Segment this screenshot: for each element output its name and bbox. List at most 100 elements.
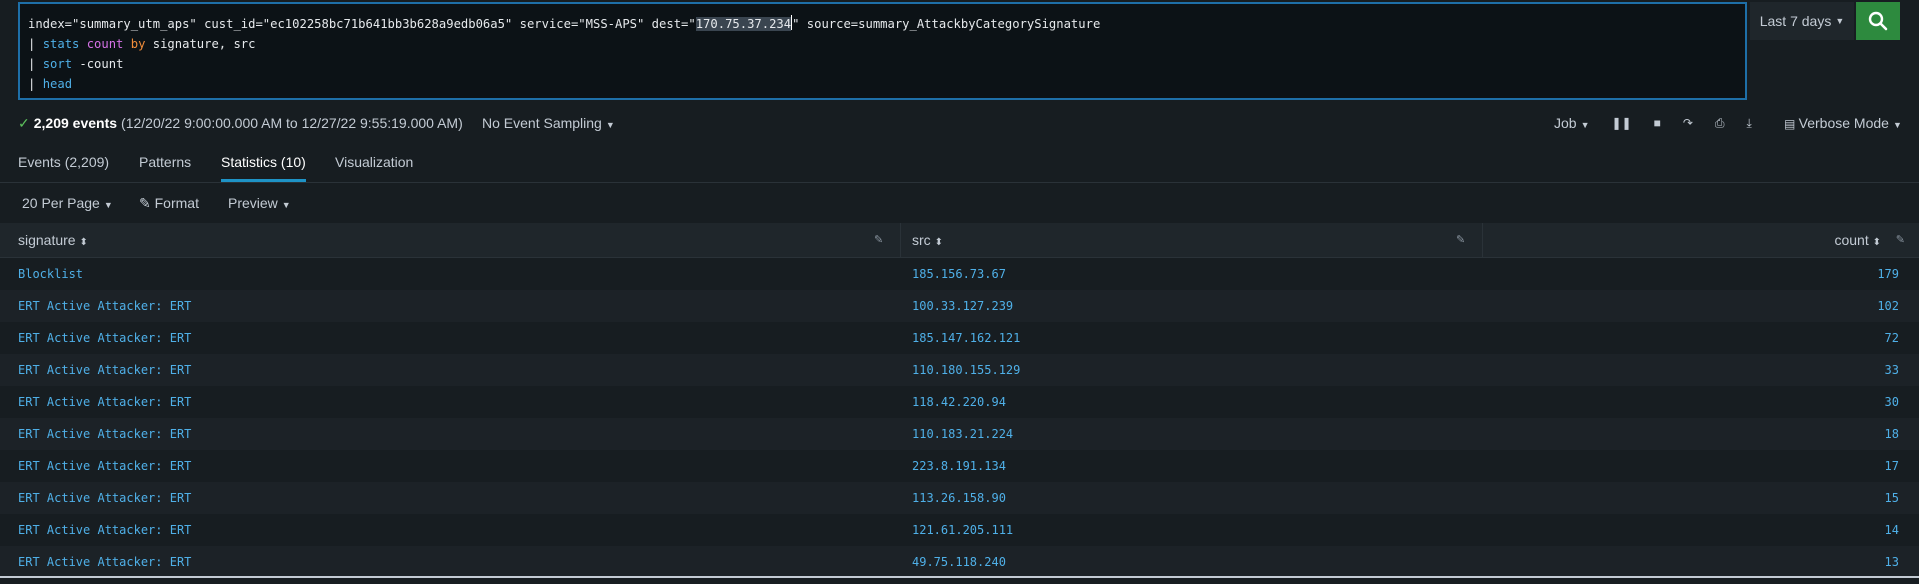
search-query[interactable]: index="summary_utm_aps" cust_id="ec10225… xyxy=(28,14,1100,94)
format-label: Format xyxy=(154,195,199,211)
caret-down-icon: ▼ xyxy=(1892,120,1902,130)
statistics-table: signature ⬍ ✎ src ⬍ ✎ count ⬍ ✎ Blocklis… xyxy=(0,223,1919,578)
share-icon[interactable]: ↷ xyxy=(1683,116,1693,130)
cell-src[interactable]: 185.156.73.67 xyxy=(912,258,1006,290)
cell-src[interactable]: 223.8.191.134 xyxy=(912,450,1006,482)
column-header-signature[interactable]: signature ⬍ xyxy=(18,223,88,257)
cell-signature[interactable]: Blocklist xyxy=(18,258,83,290)
tab-events[interactable]: Events (2,209) xyxy=(18,154,109,182)
cell-src[interactable]: 110.180.155.129 xyxy=(912,354,1020,386)
caret-down-icon: ▼ xyxy=(1835,16,1845,26)
table-row: Blocklist 185.156.73.67 179 xyxy=(0,258,1919,290)
pause-icon[interactable]: ❚❚ xyxy=(1612,116,1632,130)
table-body: Blocklist 185.156.73.67 179 ERT Active Atta… xyxy=(0,258,1919,578)
print-icon[interactable]: ⎙ xyxy=(1715,116,1725,131)
cell-src[interactable]: 121.61.205.111 xyxy=(912,514,1013,546)
cell-signature[interactable]: ERT Active Attacker: ERT xyxy=(18,418,191,450)
search-mode-label: Verbose Mode xyxy=(1798,115,1889,131)
cell-src[interactable]: 118.42.220.94 xyxy=(912,386,1006,418)
job-menu[interactable]: Job ▼ xyxy=(1554,115,1590,131)
query-pipe: | xyxy=(28,57,43,71)
cell-signature[interactable]: ERT Active Attacker: ERT xyxy=(18,450,191,482)
job-status-bar: ✓ 2,209 events (12/20/22 9:00:00.000 AM … xyxy=(18,110,1919,136)
query-command: sort xyxy=(42,57,73,71)
cell-src[interactable]: 49.75.118.240 xyxy=(912,546,1006,578)
event-count: 2,209 events xyxy=(33,115,118,131)
query-command: head xyxy=(42,77,73,91)
cell-count[interactable]: 13 xyxy=(1885,546,1899,578)
column-divider xyxy=(900,223,901,257)
cell-count[interactable]: 102 xyxy=(1877,290,1899,322)
cell-src[interactable]: 100.33.127.239 xyxy=(912,290,1013,322)
event-sampling-dropdown[interactable]: No Event Sampling ▼ xyxy=(482,115,615,131)
cell-count[interactable]: 17 xyxy=(1885,450,1899,482)
table-row: ERT Active Attacker: ERT 110.180.155.129 3… xyxy=(0,354,1919,386)
column-header-label: count xyxy=(1834,232,1869,248)
mode-icon: ▤ xyxy=(1784,117,1799,131)
cell-count[interactable]: 14 xyxy=(1885,514,1899,546)
per-page-dropdown[interactable]: 20 Per Page ▼ xyxy=(22,195,113,211)
tab-visualization[interactable]: Visualization xyxy=(335,154,413,182)
query-function: count xyxy=(79,37,124,51)
export-icon[interactable]: ⤓ xyxy=(1747,116,1752,131)
cell-src[interactable]: 113.26.158.90 xyxy=(912,482,1006,514)
cell-signature[interactable]: ERT Active Attacker: ERT xyxy=(18,386,191,418)
column-divider xyxy=(1482,223,1483,257)
caret-down-icon: ▼ xyxy=(281,200,291,210)
query-text: index="summary_utm_aps" cust_id="ec10225… xyxy=(28,17,696,31)
tab-statistics[interactable]: Statistics (10) xyxy=(221,154,306,182)
table-row: ERT Active Attacker: ERT 49.75.118.240 13 xyxy=(0,546,1919,578)
edit-column-icon[interactable]: ✎ xyxy=(874,223,883,257)
search-button[interactable] xyxy=(1856,2,1900,40)
format-button[interactable]: ✎ Format xyxy=(139,195,199,212)
cell-signature[interactable]: ERT Active Attacker: ERT xyxy=(18,322,191,354)
edit-column-icon[interactable]: ✎ xyxy=(1896,223,1905,257)
cell-signature[interactable]: ERT Active Attacker: ERT xyxy=(18,514,191,546)
job-controls: Job ▼ ❚❚ ■ ↷ ⎙ ⤓ xyxy=(1554,115,1752,131)
stop-icon[interactable]: ■ xyxy=(1654,116,1661,130)
caret-down-icon: ▼ xyxy=(103,200,113,210)
cell-count[interactable]: 72 xyxy=(1885,322,1899,354)
table-row: ERT Active Attacker: ERT 223.8.191.134 17 xyxy=(0,450,1919,482)
results-toolbar: 20 Per Page ▼ ✎ Format Preview ▼ xyxy=(0,183,1919,223)
preview-label: Preview xyxy=(228,195,278,211)
tab-patterns[interactable]: Patterns xyxy=(139,154,191,182)
cell-src[interactable]: 110.183.21.224 xyxy=(912,418,1013,450)
cell-count[interactable]: 15 xyxy=(1885,482,1899,514)
cell-count[interactable]: 33 xyxy=(1885,354,1899,386)
cell-count[interactable]: 18 xyxy=(1885,418,1899,450)
cell-count[interactable]: 179 xyxy=(1877,258,1899,290)
query-pipe: | xyxy=(28,37,43,51)
query-text: " source=summary_AttackbyCategorySignatu… xyxy=(792,17,1101,31)
query-text: -count xyxy=(72,57,124,71)
cell-signature[interactable]: ERT Active Attacker: ERT xyxy=(18,290,191,322)
check-icon: ✓ xyxy=(18,114,30,131)
query-keyword: by xyxy=(123,37,146,51)
query-pipe: | xyxy=(28,77,43,91)
cell-src[interactable]: 185.147.162.121 xyxy=(912,322,1020,354)
search-input[interactable]: index="summary_utm_aps" cust_id="ec10225… xyxy=(18,2,1747,100)
column-header-src[interactable]: src ⬍ xyxy=(912,223,943,257)
time-range-text: (12/20/22 9:00:00.000 AM to 12/27/22 9:5… xyxy=(121,115,463,131)
event-sampling-label: No Event Sampling xyxy=(482,115,602,131)
table-row: ERT Active Attacker: ERT 110.183.21.224 18 xyxy=(0,418,1919,450)
table-row: ERT Active Attacker: ERT 121.61.205.111 14 xyxy=(0,514,1919,546)
preview-dropdown[interactable]: Preview ▼ xyxy=(228,195,291,211)
cell-count[interactable]: 30 xyxy=(1885,386,1899,418)
sort-icon: ⬍ xyxy=(1872,237,1881,248)
search-mode-dropdown[interactable]: ▤ Verbose Mode ▼ xyxy=(1784,115,1902,131)
cell-signature[interactable]: ERT Active Attacker: ERT xyxy=(18,546,191,578)
cell-signature[interactable]: ERT Active Attacker: ERT xyxy=(18,354,191,386)
results-tabs: Events (2,209) Patterns Statistics (10) … xyxy=(0,146,1919,183)
per-page-label: 20 Per Page xyxy=(22,195,100,211)
divider xyxy=(0,576,1919,578)
time-range-picker[interactable]: Last 7 days ▼ xyxy=(1750,2,1854,40)
table-row: ERT Active Attacker: ERT 113.26.158.90 15 xyxy=(0,482,1919,514)
column-header-count[interactable]: count ⬍ xyxy=(1834,223,1881,257)
sort-icon: ⬍ xyxy=(934,237,943,248)
caret-down-icon: ▼ xyxy=(605,120,615,130)
sort-icon: ⬍ xyxy=(79,237,88,248)
edit-column-icon[interactable]: ✎ xyxy=(1456,223,1465,257)
pencil-icon: ✎ xyxy=(139,195,155,211)
cell-signature[interactable]: ERT Active Attacker: ERT xyxy=(18,482,191,514)
